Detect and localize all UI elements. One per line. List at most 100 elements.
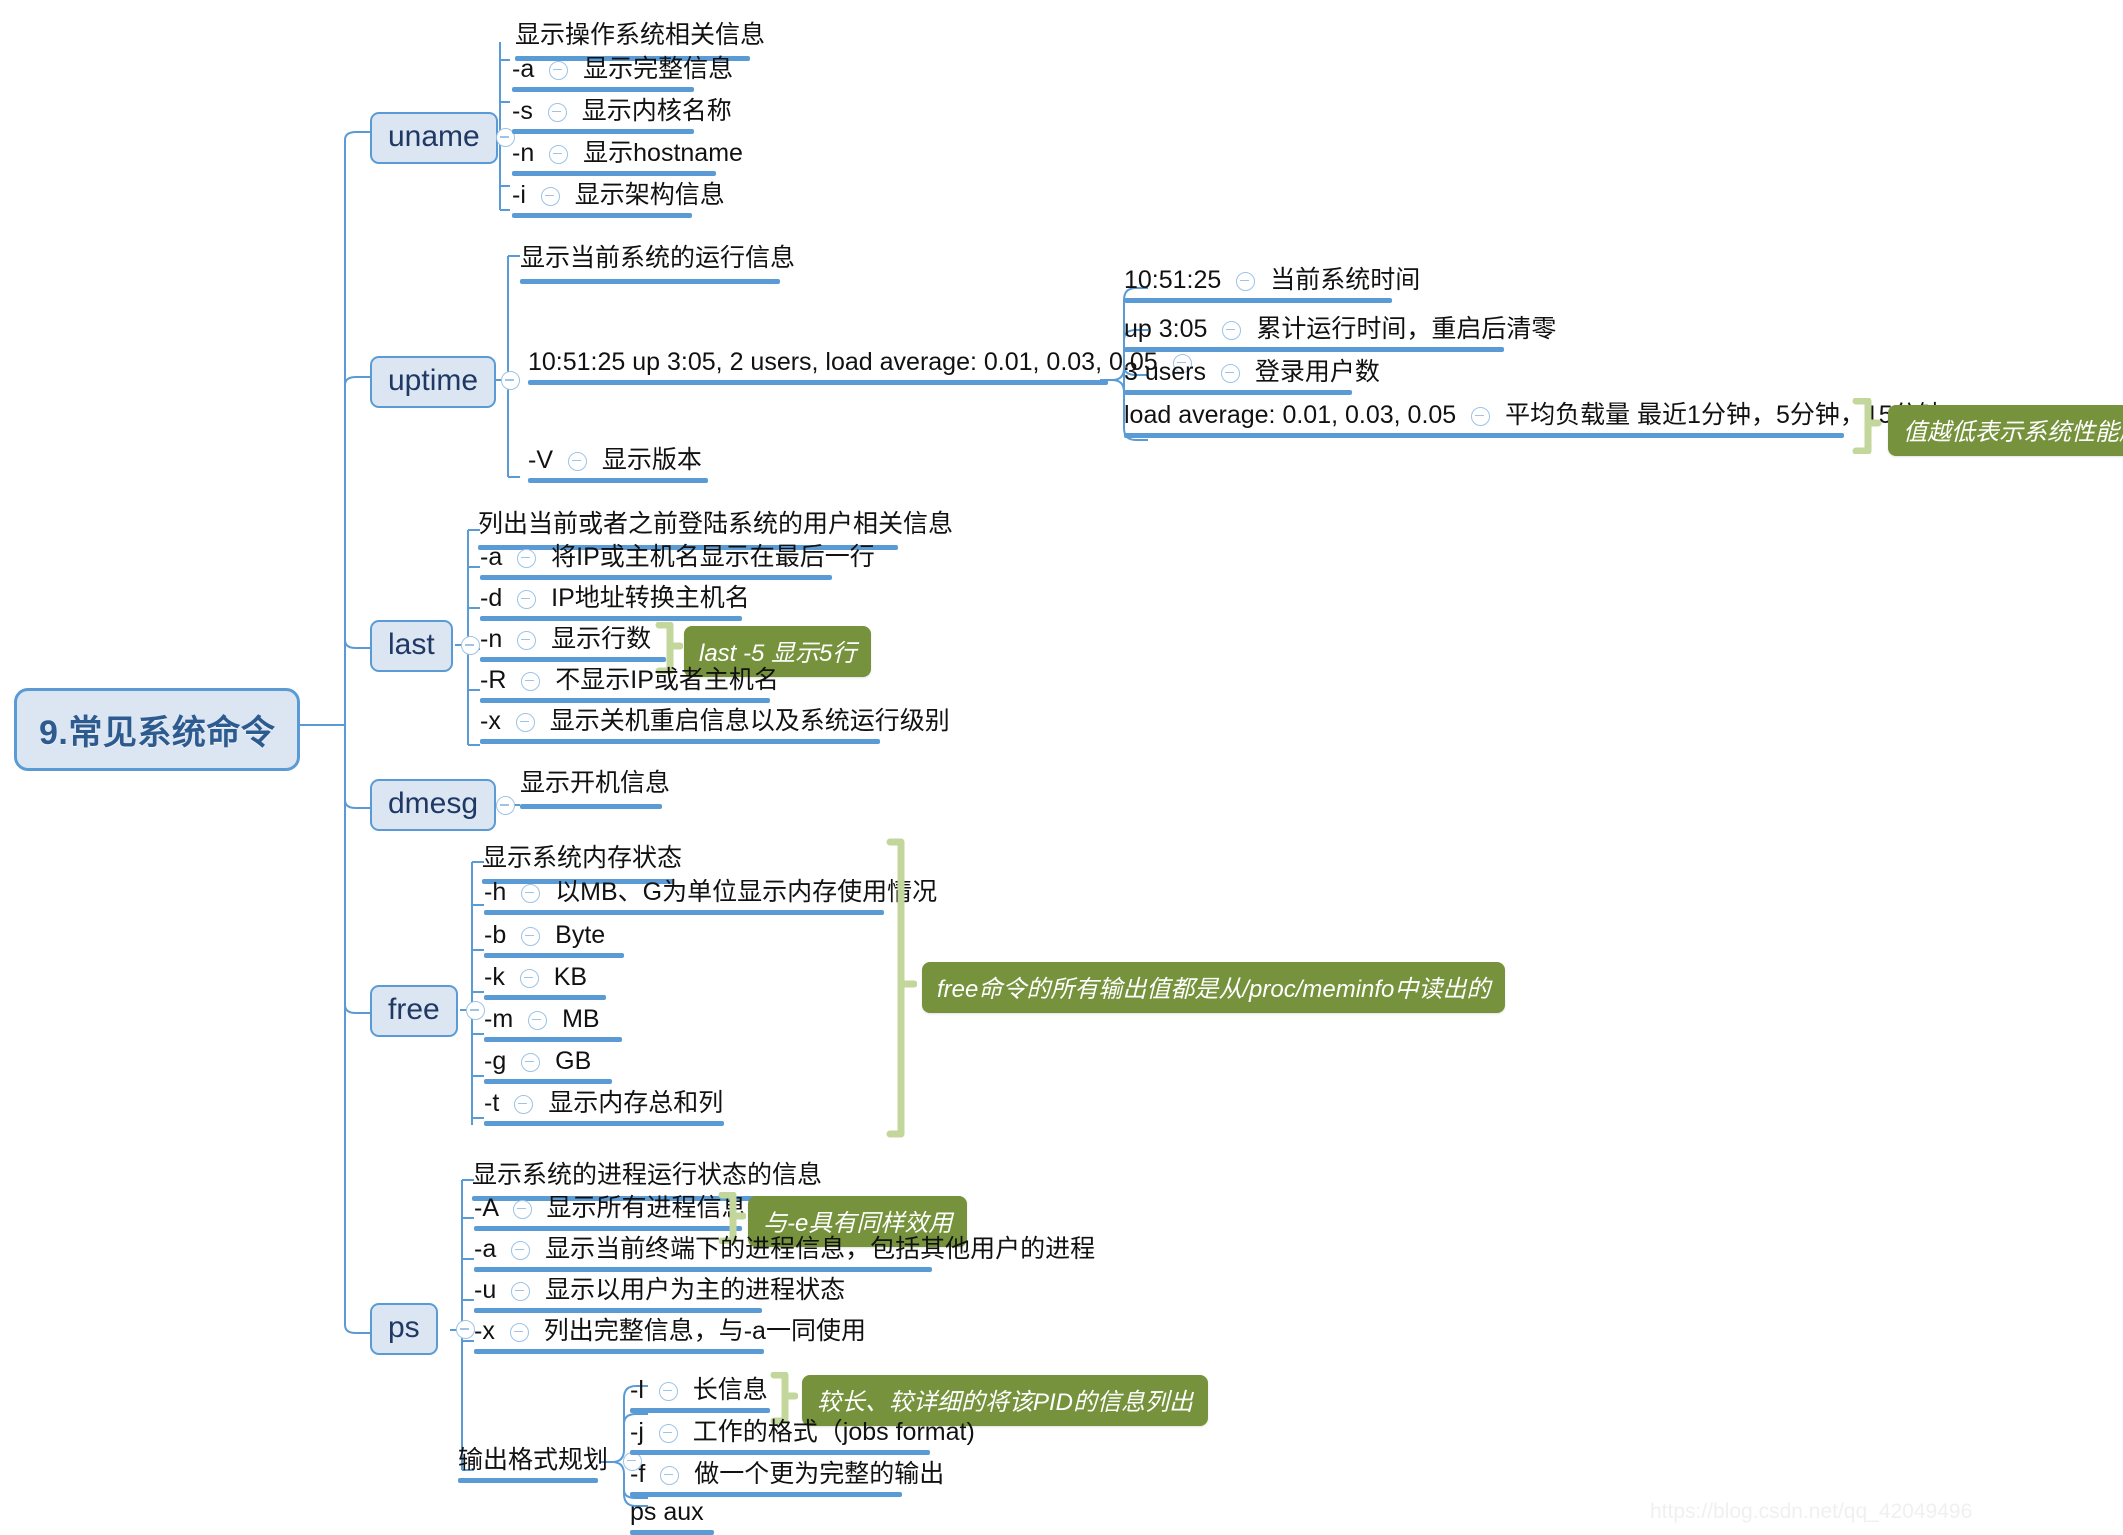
leaf-last-x[interactable]: -x 显示关机重启信息以及系统运行级别 [480, 709, 950, 744]
branch-label-uptime: uptime [388, 364, 479, 397]
branch-node-uptime[interactable]: uptime [370, 356, 497, 408]
underline [520, 804, 662, 809]
collapse-icon-dmesg[interactable] [496, 796, 515, 815]
collapse-icon-free[interactable] [466, 1001, 485, 1020]
branch-node-dmesg[interactable]: dmesg [370, 779, 497, 831]
collapse-icon[interactable] [521, 1052, 541, 1072]
collapse-icon[interactable] [517, 548, 537, 568]
leaf-free-h[interactable]: -h 以MB、G为单位显示内存使用情况 [484, 880, 937, 915]
collapse-icon[interactable] [521, 926, 541, 946]
underline [520, 279, 780, 284]
leaf-ps-j[interactable]: -j 工作的格式（jobs format) [630, 1420, 975, 1455]
underline [480, 575, 832, 580]
leaf-ps-x[interactable]: -x 列出完整信息，与-a一同使用 [474, 1319, 866, 1354]
underline [480, 739, 880, 744]
underline [480, 616, 742, 621]
collapse-icon[interactable] [521, 883, 541, 903]
collapse-icon[interactable] [515, 712, 535, 732]
callout-free-note[interactable]: free命令的所有输出值都是从/proc/meminfo中读出的 [922, 962, 1506, 1013]
branch-node-ps[interactable]: ps [370, 1303, 438, 1355]
underline [1124, 433, 1844, 438]
collapse-icon[interactable] [511, 1281, 531, 1301]
collapse-icon-uptime[interactable] [501, 371, 520, 390]
collapse-icon[interactable] [660, 1465, 680, 1485]
collapse-icon[interactable] [549, 60, 569, 80]
collapse-icon[interactable] [540, 186, 560, 206]
collapse-icon[interactable] [521, 671, 541, 691]
collapse-icon[interactable] [549, 144, 569, 164]
underline [484, 1079, 612, 1084]
collapse-icon[interactable] [517, 630, 537, 650]
leaf-last-n[interactable]: -n 显示行数 [480, 627, 666, 662]
watermark: https://blog.csdn.net/qq_42049496 [1650, 1500, 1973, 1523]
leaf-uname-n[interactable]: -n 显示hostname [512, 141, 743, 176]
collapse-icon[interactable] [547, 102, 567, 122]
leaf-free-k[interactable]: -k KB [484, 965, 606, 1000]
branch-label-dmesg: dmesg [388, 787, 479, 820]
callout-load-avg-note[interactable]: 值越低表示系统性能越好 [1888, 405, 2123, 456]
root-label: 9.常见系统命令 [39, 714, 276, 752]
leaf-ps-A[interactable]: -A 显示所有进程信息 [474, 1196, 747, 1231]
underline [484, 953, 624, 958]
underline [1124, 298, 1392, 303]
collapse-icon[interactable] [514, 1094, 534, 1114]
leaf-uptime-up[interactable]: up 3:05 累计运行时间，重启后清零 [1124, 317, 1556, 352]
leaf-uname-a[interactable]: -a 显示完整信息 [512, 57, 733, 92]
leaf-last-a[interactable]: -a 将IP或主机名显示在最后一行 [480, 545, 875, 580]
leaf-free-t[interactable]: -t 显示内存总和列 [484, 1091, 724, 1126]
underline [474, 1226, 742, 1231]
branch-node-last[interactable]: last [370, 620, 453, 672]
leaf-ps-aux[interactable]: ps aux [630, 1500, 714, 1535]
collapse-icon[interactable] [658, 1423, 678, 1443]
underline [512, 213, 692, 218]
collapse-icon-ps[interactable] [456, 1320, 475, 1339]
collapse-icon[interactable] [1222, 320, 1242, 340]
collapse-icon[interactable] [1471, 406, 1491, 426]
connector-lines [300, 42, 1148, 1507]
branch-node-free[interactable]: free [370, 985, 458, 1037]
collapse-icon[interactable] [512, 1199, 532, 1219]
branch-label-last: last [388, 628, 435, 661]
leaf-ps-l[interactable]: -l 长信息 [630, 1378, 770, 1413]
leaf-uptime-output[interactable]: 10:51:25 up 3:05, 2 users, load average:… [528, 350, 1200, 385]
topic-uptime[interactable]: 显示当前系统的运行信息 [520, 238, 795, 284]
topic-dmesg[interactable]: 显示开机信息 [520, 763, 670, 809]
brace-load-avg [1852, 398, 1882, 454]
leaf-ps-f[interactable]: -f 做一个更为完整的输出 [630, 1462, 944, 1497]
leaf-uptime-users[interactable]: 3 users 登录用户数 [1124, 360, 1380, 395]
leaf-free-g[interactable]: -g GB [484, 1049, 612, 1084]
branch-label-ps: ps [388, 1311, 420, 1344]
underline [512, 129, 694, 134]
root-node[interactable]: 9.常见系统命令 [14, 688, 301, 771]
leaf-uname-s[interactable]: -s 显示内核名称 [512, 99, 732, 134]
leaf-ps-u[interactable]: -u 显示以用户为主的进程状态 [474, 1278, 845, 1313]
leaf-free-m[interactable]: -m MB [484, 1007, 622, 1042]
collapse-icon[interactable] [1220, 363, 1240, 383]
leaf-uname-i[interactable]: -i 显示架构信息 [512, 183, 725, 218]
collapse-icon[interactable] [517, 589, 537, 609]
underline [630, 1492, 902, 1497]
leaf-ps-a[interactable]: -a 显示当前终端下的进程信息，包括其他用户的进程 [474, 1237, 1095, 1272]
collapse-icon[interactable] [511, 1240, 531, 1260]
underline [484, 1037, 622, 1042]
collapse-icon[interactable] [567, 451, 587, 471]
mindmap-canvas: 9.常见系统命令 uname 显示操作系统相关信息 -a 显示完整信息 -s 显… [0, 0, 2123, 1535]
collapse-icon[interactable] [519, 968, 539, 988]
leaf-uptime-loadavg[interactable]: load average: 0.01, 0.03, 0.05 平均负载量 最近1… [1124, 403, 1943, 438]
leaf-last-R[interactable]: -R 不显示IP或者主机名 [480, 668, 779, 703]
underline [512, 171, 716, 176]
leaf-ps-format-group[interactable]: 输出格式规划 [458, 1448, 650, 1483]
collapse-icon[interactable] [658, 1381, 678, 1401]
underline [484, 910, 884, 915]
leaf-uptime-V[interactable]: -V 显示版本 [528, 448, 708, 483]
collapse-icon[interactable] [509, 1322, 529, 1342]
leaf-free-b[interactable]: -b Byte [484, 923, 624, 958]
leaf-last-d[interactable]: -d IP地址转换主机名 [480, 586, 750, 621]
collapse-icon-last[interactable] [461, 636, 480, 655]
underline [512, 87, 694, 92]
collapse-icon[interactable] [1236, 271, 1256, 291]
branch-node-uname[interactable]: uname [370, 112, 498, 164]
collapse-icon[interactable] [528, 1010, 548, 1030]
underline [630, 1408, 770, 1413]
leaf-uptime-time[interactable]: 10:51:25 当前系统时间 [1124, 268, 1420, 303]
